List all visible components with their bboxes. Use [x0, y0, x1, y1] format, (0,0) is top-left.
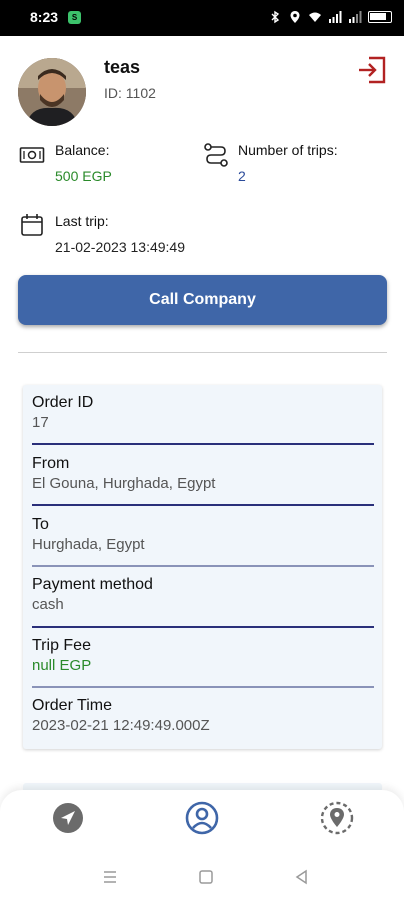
- app-notification-icon: S: [68, 11, 81, 24]
- profile-icon[interactable]: [184, 800, 220, 836]
- call-company-button[interactable]: Call Company: [18, 275, 387, 325]
- profile-name: teas: [104, 57, 141, 77]
- location-pin-icon[interactable]: [319, 800, 355, 836]
- system-nav-bar: [0, 852, 404, 900]
- from-field: From El Gouna, Hurghada, Egypt: [32, 455, 374, 492]
- navigation-icon[interactable]: [50, 800, 86, 836]
- trips-label: Number of trips:: [238, 142, 338, 158]
- battery-icon: [368, 11, 392, 23]
- order-time-field: Order Time 2023-02-21 12:49:49.000Z: [32, 697, 374, 734]
- field-divider: [32, 565, 374, 567]
- status-bar: 8:23 S: [0, 0, 404, 36]
- last-trip-label: Last trip:: [55, 213, 109, 229]
- order-time-value: 2023-02-21 12:49:49.000Z: [32, 717, 210, 734]
- profile-id: ID: 1102: [104, 85, 156, 101]
- avatar: [18, 58, 86, 126]
- signal-icon: [329, 11, 342, 23]
- home-icon[interactable]: [196, 867, 216, 887]
- wifi-icon: [309, 12, 321, 22]
- balance-value: 500 EGP: [55, 168, 112, 184]
- field-divider: [32, 626, 374, 628]
- to-label: To: [32, 516, 49, 533]
- order-id-field: Order ID 17: [32, 394, 374, 431]
- from-label: From: [32, 455, 70, 472]
- from-value: El Gouna, Hurghada, Egypt: [32, 475, 216, 492]
- payment-method-label: Payment method: [32, 576, 153, 593]
- order-card: Order ID 17 From El Gouna, Hurghada, Egy…: [23, 385, 382, 749]
- field-divider: [32, 686, 374, 688]
- calendar-icon: [21, 214, 43, 236]
- route-icon: [204, 143, 228, 167]
- divider: [18, 352, 387, 353]
- trip-fee-label: Trip Fee: [32, 637, 91, 654]
- signal-icon-2: [349, 11, 362, 23]
- order-id-value: 17: [32, 414, 49, 431]
- bluetooth-icon: [271, 10, 280, 24]
- balance-label: Balance:: [55, 142, 110, 158]
- order-id-label: Order ID: [32, 394, 94, 411]
- bottom-nav: [0, 790, 404, 852]
- back-icon[interactable]: [292, 867, 312, 887]
- status-time: 8:23: [30, 9, 59, 25]
- trip-fee-value: null EGP: [32, 657, 92, 674]
- money-icon: [19, 147, 45, 163]
- to-value: Hurghada, Egypt: [32, 536, 145, 553]
- status-icons: [268, 10, 392, 24]
- location-status-icon: [290, 11, 300, 23]
- menu-icon[interactable]: [100, 867, 120, 887]
- payment-method-field: Payment method cash: [32, 576, 374, 613]
- avatar-image: [18, 58, 86, 126]
- field-divider: [32, 443, 374, 445]
- payment-method-value: cash: [32, 596, 64, 613]
- logout-icon[interactable]: [356, 54, 388, 86]
- trip-fee-field: Trip Fee null EGP: [32, 637, 374, 674]
- field-divider: [32, 504, 374, 506]
- to-field: To Hurghada, Egypt: [32, 516, 374, 553]
- trips-value: 2: [238, 168, 246, 184]
- last-trip-value: 21-02-2023 13:49:49: [55, 239, 185, 255]
- order-time-label: Order Time: [32, 697, 113, 714]
